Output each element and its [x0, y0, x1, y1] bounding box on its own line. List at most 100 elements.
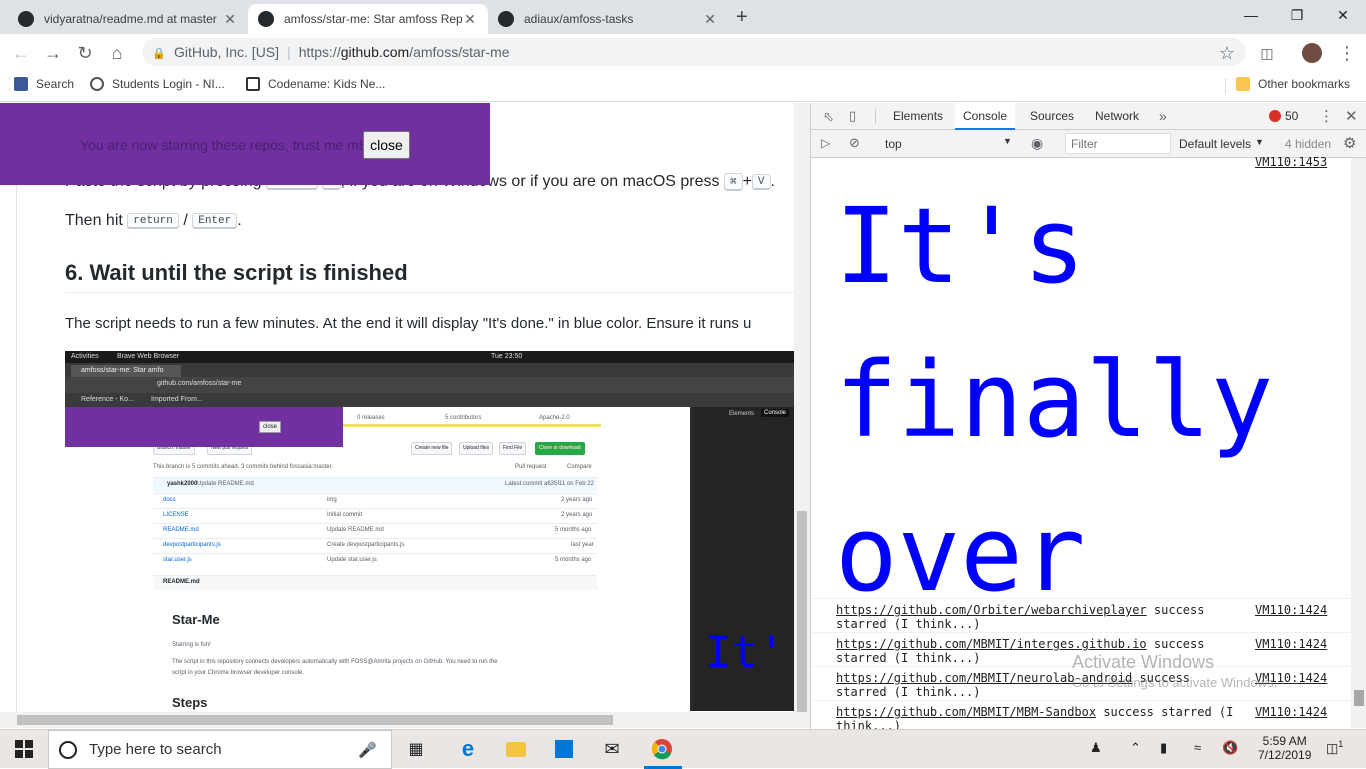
battery-icon[interactable]: ▮: [1160, 740, 1167, 756]
clear-console-icon[interactable]: ⊘: [849, 135, 860, 151]
window-close-icon[interactable]: ✕: [1320, 0, 1366, 30]
log-source[interactable]: VM110:1424: [1255, 705, 1327, 719]
url-host: github.com: [340, 44, 410, 60]
console-big-text: over: [835, 493, 1086, 615]
devtools-close-icon[interactable]: ✕: [1345, 107, 1358, 125]
shot-app-name: Brave Web Browser: [117, 353, 180, 360]
restore-icon[interactable]: ❐: [1274, 0, 1320, 30]
gear-icon[interactable]: ⚙: [1343, 134, 1356, 152]
chrome-icon[interactable]: [650, 737, 674, 761]
log-url[interactable]: https://github.com/Orbiter/webarchivepla…: [836, 603, 1147, 617]
log-source[interactable]: VM110:1424: [1255, 637, 1327, 651]
shot-releases: 0 releases: [357, 415, 385, 421]
windows-taskbar: Type here to search 🎤 ▦ e ✉ ♟ ⌃ ▮ ≈ 🔇 5:…: [0, 729, 1366, 769]
shot-dev-text: It': [705, 627, 785, 678]
page-horizontal-scrollbar[interactable]: [0, 712, 810, 728]
shot-file-age: 2 years ago: [561, 512, 593, 518]
chevron-down-icon[interactable]: ▼: [1003, 136, 1012, 146]
console-scrollbar[interactable]: [1351, 158, 1366, 728]
shot-devtools: Elements Console It': [693, 407, 795, 711]
reload-icon[interactable]: ↻: [72, 40, 98, 66]
tab-amfoss-tasks[interactable]: adiaux/amfoss-tasks ✕: [488, 4, 728, 34]
show-hidden-icons[interactable]: ⌃: [1130, 740, 1141, 756]
url-path: /amfoss/star-me: [409, 44, 510, 60]
close-icon[interactable]: ✕: [222, 11, 238, 28]
close-icon[interactable]: ✕: [702, 11, 718, 28]
shot-file-name: LICENSE: [163, 512, 189, 518]
log-url[interactable]: https://github.com/MBMIT/MBM-Sandbox: [836, 705, 1096, 719]
shot-starring: Starring is fun!: [172, 642, 211, 648]
profile-avatar[interactable]: [1302, 43, 1322, 63]
more-tabs-icon[interactable]: »: [1159, 108, 1167, 124]
log-source[interactable]: VM110:1453: [1255, 155, 1327, 169]
shot-desc: The script in this repository connects d…: [172, 659, 498, 665]
people-icon[interactable]: ♟: [1090, 740, 1102, 756]
file-explorer-icon[interactable]: [504, 737, 528, 761]
shot-find: Find File: [499, 442, 527, 455]
menu-kebab-icon[interactable]: ⋮: [1334, 40, 1360, 66]
notification-icon[interactable]: ◫1: [1326, 739, 1343, 756]
site-identity: GitHub, Inc. [US]: [174, 44, 280, 60]
shot-file-age: 2 years ago: [561, 497, 593, 503]
shot-banner-close: close: [259, 421, 281, 433]
device-toolbar-icon[interactable]: ▯: [849, 108, 856, 124]
close-icon[interactable]: ✕: [462, 11, 478, 28]
volume-icon[interactable]: 🔇: [1222, 740, 1238, 756]
context-select[interactable]: top: [885, 137, 902, 151]
shot-file-msg: img: [327, 497, 337, 503]
devtools-menu-icon[interactable]: ⋮: [1319, 107, 1334, 125]
store-icon[interactable]: [552, 737, 576, 761]
bookmarks-bar: Search Students Login - NI... Codename: …: [0, 70, 1366, 102]
tab-network[interactable]: Network: [1087, 103, 1147, 130]
error-count[interactable]: 50: [1285, 109, 1298, 123]
log-source[interactable]: VM110:1424: [1255, 603, 1327, 617]
address-bar[interactable]: 🔒 GitHub, Inc. [US] | https://github.com…: [142, 38, 1246, 66]
minimize-icon[interactable]: —: [1228, 0, 1274, 30]
other-bookmarks[interactable]: Other bookmarks: [1236, 77, 1350, 91]
shot-compare: Compare: [567, 464, 592, 470]
lock-icon: 🔒: [152, 48, 166, 60]
home-icon[interactable]: ⌂: [104, 40, 130, 66]
scroll-thumb[interactable]: [17, 715, 613, 725]
tab-console[interactable]: Console: [955, 103, 1016, 130]
console-big-text: It's: [835, 185, 1086, 307]
edge-icon[interactable]: e: [456, 736, 480, 761]
page-vertical-scrollbar[interactable]: [794, 103, 810, 723]
hidden-count: 4 hidden: [1285, 137, 1332, 151]
mail-icon[interactable]: ✉: [600, 737, 624, 761]
scroll-thumb[interactable]: [797, 511, 807, 723]
tab-readme[interactable]: vidyaratna/readme.md at master ✕: [8, 4, 248, 34]
inspect-icon[interactable]: ⬁: [823, 109, 834, 125]
log-url[interactable]: https://github.com/MBMIT/interges.github…: [836, 637, 1147, 651]
console-filter-input[interactable]: [1065, 133, 1171, 154]
bookmark-codename[interactable]: Codename: Kids Ne...: [246, 77, 385, 91]
scroll-thumb[interactable]: [1354, 690, 1364, 706]
log-levels-select[interactable]: Default levels: [1179, 137, 1251, 151]
shot-bookmark: Imported From...: [151, 396, 203, 403]
tab-sources[interactable]: Sources: [1022, 103, 1082, 130]
forward-icon[interactable]: →: [40, 40, 66, 66]
bookmark-star-icon[interactable]: ☆: [1214, 40, 1240, 66]
tab-star-me[interactable]: amfoss/star-me: Star amfoss Rep ✕: [248, 4, 488, 34]
sidebar-toggle-icon[interactable]: ▷: [821, 136, 830, 150]
chevron-down-icon[interactable]: ▼: [1255, 137, 1264, 147]
shot-ahead: This branch is 5 commits ahead, 3 commit…: [153, 464, 334, 470]
task-view-icon[interactable]: ▦: [404, 737, 428, 761]
banner-close-button[interactable]: close: [363, 131, 410, 159]
extension-icon[interactable]: ◫: [1254, 40, 1280, 66]
bookmark-students-login[interactable]: Students Login - NI...: [90, 77, 225, 91]
wifi-icon[interactable]: ≈: [1194, 740, 1201, 755]
tab-elements[interactable]: Elements: [885, 103, 951, 130]
new-tab-button[interactable]: +: [736, 6, 748, 29]
back-icon[interactable]: ←: [8, 40, 34, 66]
microphone-icon[interactable]: 🎤: [358, 741, 377, 759]
windows-start-icon[interactable]: [12, 737, 36, 761]
eye-icon[interactable]: ◉: [1031, 135, 1043, 152]
taskbar-search-box[interactable]: Type here to search 🎤: [48, 730, 392, 769]
page-viewport: Paste the script by pressing , if you ar…: [0, 103, 810, 729]
bookmark-search[interactable]: Search: [14, 77, 74, 91]
search-icon: [59, 740, 77, 759]
taskbar-clock[interactable]: 5:59 AM 7/12/2019: [1258, 734, 1311, 762]
readme-article: Paste the script by pressing , if you ar…: [16, 103, 806, 715]
shot-banner: close: [65, 407, 343, 447]
